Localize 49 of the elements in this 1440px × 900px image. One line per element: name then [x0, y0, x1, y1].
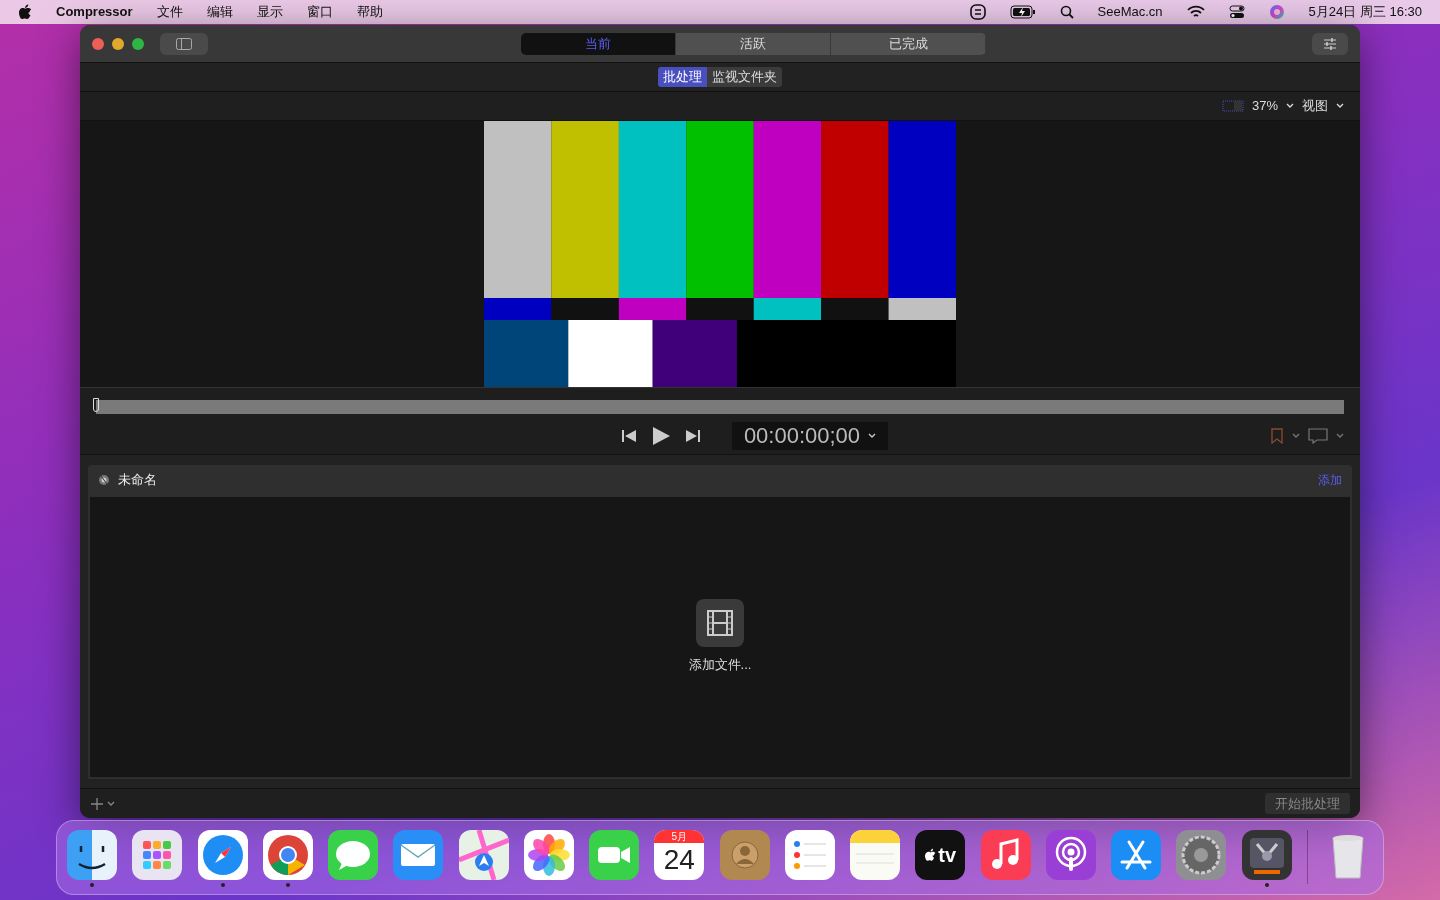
add-file-label: 添加文件...: [688, 656, 752, 675]
orb-icon[interactable]: [1268, 4, 1285, 20]
tab[interactable]: 活跃: [676, 32, 831, 55]
menu-item[interactable]: 文件: [156, 2, 183, 22]
search-icon[interactable]: [1059, 5, 1074, 19]
status-icon[interactable]: [969, 4, 986, 20]
apple-logo-icon[interactable]: [18, 4, 32, 20]
zoom-button[interactable]: [132, 37, 144, 50]
calendar-month: 5月: [654, 830, 705, 843]
calendar-day: 24: [663, 843, 695, 877]
tab[interactable]: 当前: [521, 32, 676, 55]
inspector-button[interactable]: [1312, 32, 1348, 55]
batch-title: 未命名: [118, 471, 157, 490]
tab[interactable]: 已完成: [831, 32, 986, 55]
timeline-track[interactable]: [96, 400, 1344, 414]
mode-tab[interactable]: 监视文件夹: [707, 67, 782, 87]
menu-item[interactable]: 窗口: [306, 2, 333, 22]
caption-icon[interactable]: [1308, 428, 1328, 444]
zoom-menu[interactable]: 37%: [1251, 96, 1278, 116]
view-menu[interactable]: 视图: [1302, 96, 1328, 116]
sidebar-icon: [176, 37, 192, 50]
sidebar-toggle-button[interactable]: [160, 32, 208, 55]
tv-label: tv: [938, 843, 957, 868]
control-center-icon[interactable]: [1228, 5, 1245, 19]
wifi-icon[interactable]: [1186, 5, 1205, 19]
add-menu-icon[interactable]: [90, 796, 116, 811]
minimize-button[interactable]: [112, 37, 124, 50]
mode-tab[interactable]: 批处理: [658, 67, 707, 87]
skip-back-icon[interactable]: [621, 429, 636, 443]
sliders-icon: [1323, 37, 1337, 50]
chevron-icon[interactable]: [868, 433, 877, 439]
tv-icon[interactable]: tv: [915, 830, 966, 880]
calendar-icon[interactable]: 5月 24: [654, 830, 705, 880]
film-icon: [707, 610, 733, 637]
playhead[interactable]: [93, 398, 99, 412]
timecode: 00:00:00;00: [743, 422, 861, 450]
close-button[interactable]: [92, 37, 104, 50]
play-icon[interactable]: [651, 427, 670, 445]
battery-icon[interactable]: [1009, 5, 1036, 19]
status-text[interactable]: SeeMac.cn: [1097, 2, 1163, 22]
menu-item[interactable]: 编辑: [206, 2, 233, 22]
timecode-display[interactable]: 00:00:00;00: [731, 422, 889, 450]
menu-item[interactable]: 帮助: [356, 2, 383, 22]
add-file-button[interactable]: [696, 599, 744, 648]
app-menu[interactable]: Compressor: [56, 2, 133, 22]
skip-forward-icon[interactable]: [685, 429, 700, 443]
batch-icon: [98, 474, 110, 486]
clock[interactable]: 5月24日 周三 16:30: [1308, 2, 1422, 22]
menu-item[interactable]: 显示: [256, 2, 283, 22]
